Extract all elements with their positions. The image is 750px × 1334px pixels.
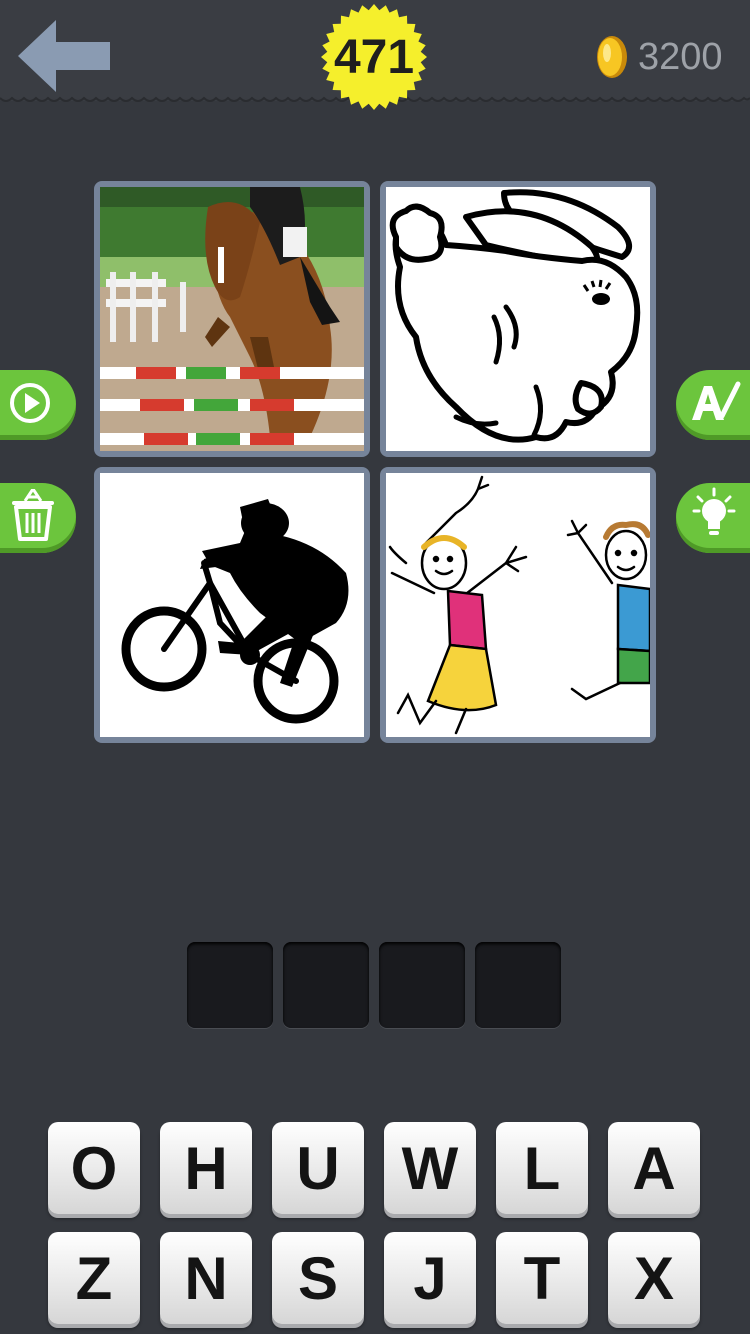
horse-jump-image [100,187,364,451]
letter-key[interactable]: A [608,1122,700,1214]
letter-key[interactable]: J [384,1232,476,1324]
letter-key[interactable]: Z [48,1232,140,1324]
letter-key[interactable]: X [608,1232,700,1324]
coin-count: 3200 [638,36,723,78]
letter-key[interactable]: S [272,1232,364,1324]
level-number: 471 [333,30,415,84]
game-screen: 471 3200 O H U W L A Z N S J T X [0,0,750,1334]
trash-icon [12,489,54,541]
letter-key[interactable]: N [160,1232,252,1324]
play-icon [10,383,50,423]
picture-tile-horse[interactable] [94,181,370,457]
play-video-button[interactable] [0,370,76,440]
magic-wand-icon [692,381,741,420]
letter-key[interactable]: H [160,1122,252,1214]
reveal-letter-button[interactable] [676,370,750,440]
rabbit-drawing-image [389,189,641,443]
letter-key[interactable]: U [272,1122,364,1214]
picture-tile-kids[interactable] [380,467,656,743]
letter-key[interactable]: W [384,1122,476,1214]
gold-coin-icon [597,36,627,78]
bmx-silhouette-image [121,499,349,724]
picture-tile-bmx[interactable] [94,467,370,743]
jumping-kids-image [388,475,650,735]
answer-slot[interactable] [283,942,369,1028]
letter-key[interactable]: O [48,1122,140,1214]
jump-rails [100,367,364,445]
back-arrow-icon[interactable] [18,18,112,94]
letter-key[interactable]: T [496,1232,588,1324]
letter-key[interactable]: L [496,1122,588,1214]
hint-button[interactable] [676,483,750,553]
answer-slot[interactable] [475,942,561,1028]
answer-slot[interactable] [379,942,465,1028]
answer-slot[interactable] [187,942,273,1028]
remove-letters-button[interactable] [0,483,76,553]
lightbulb-icon [692,487,736,535]
picture-tile-rabbit[interactable] [380,181,656,457]
